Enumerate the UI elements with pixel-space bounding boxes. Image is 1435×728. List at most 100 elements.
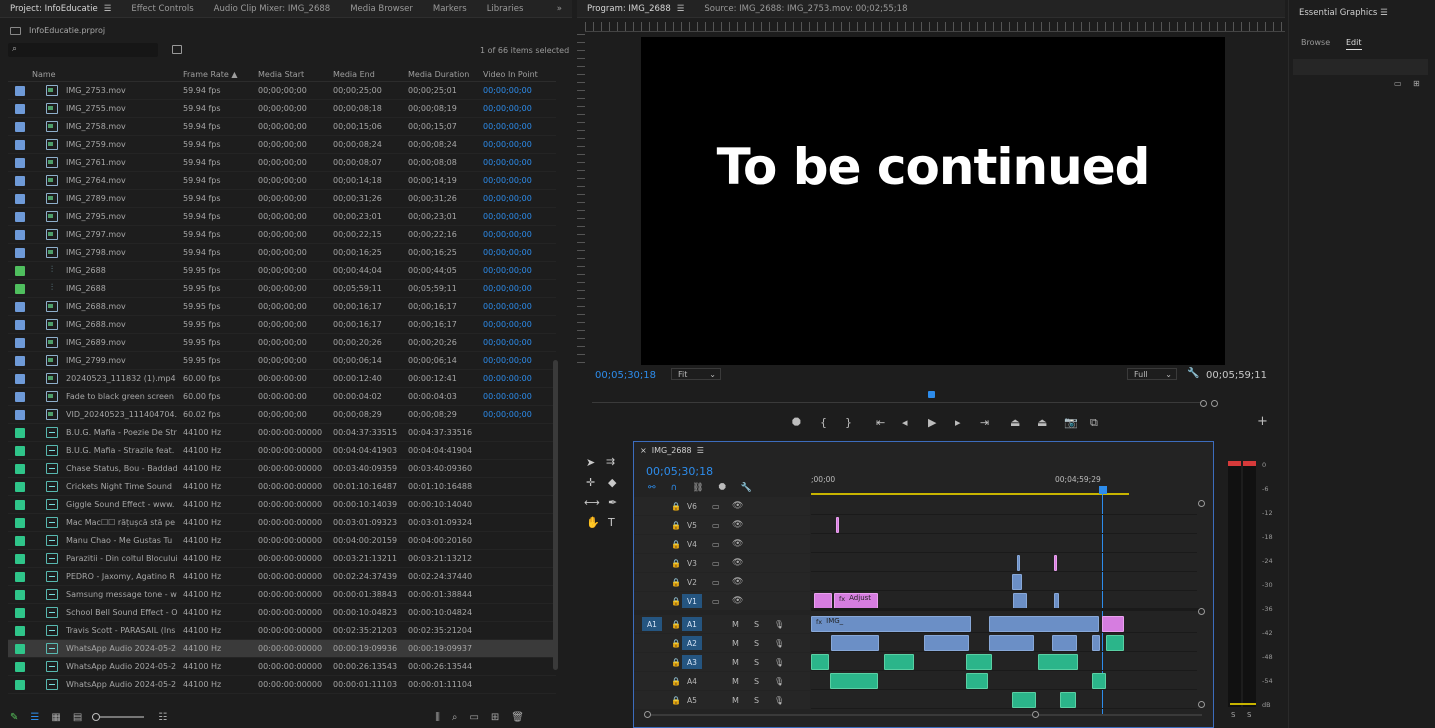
video-clip[interactable] [1052, 635, 1077, 651]
table-row[interactable]: ⫶ IMG_2688 59.95 fps 00;00;00;00 00;05;59… [8, 280, 556, 298]
color-label-swatch[interactable] [15, 391, 25, 402]
extract-icon[interactable]: ⏏ [1037, 416, 1047, 429]
mute-toggle[interactable]: M [732, 639, 739, 648]
scrub-zoom-handles[interactable] [1200, 400, 1218, 407]
add-marker-icon[interactable]: ⯃ [719, 483, 726, 493]
close-icon[interactable]: × [640, 446, 647, 455]
color-label-swatch[interactable] [15, 157, 25, 168]
source-patch-a1[interactable]: A1 [642, 617, 662, 631]
button-editor-plus-icon[interactable]: + [1257, 414, 1268, 429]
solo-toggle[interactable]: S [754, 658, 759, 667]
table-row[interactable]: IMG_2689.mov 59.95 fps 00;00;00;00 00;00… [8, 334, 556, 352]
table-row[interactable]: Travis Scott - PARASAIL (Ins 44100 Hz 00… [8, 622, 556, 640]
track-lane-a3[interactable] [811, 653, 1197, 671]
audio-clip[interactable] [1012, 692, 1036, 708]
audio-clip[interactable] [1060, 692, 1076, 708]
sync-lock-icon[interactable]: ▭ [712, 559, 720, 568]
table-row[interactable]: IMG_2759.mov 59.94 fps 00;00;00;00 00;00… [8, 136, 556, 154]
color-label-swatch[interactable] [15, 355, 25, 366]
color-label-swatch[interactable] [15, 121, 25, 132]
timeline-playhead-handle[interactable] [1099, 486, 1107, 494]
go-to-in-icon[interactable]: ⇤ [876, 416, 885, 429]
selection-tool-icon[interactable]: ➤ [586, 456, 595, 469]
row-label-cell[interactable] [8, 661, 32, 672]
lock-icon[interactable]: 🔒 [671, 639, 681, 648]
adjustment-clip[interactable] [814, 593, 832, 609]
sync-lock-icon[interactable]: ▭ [712, 578, 720, 587]
table-row[interactable]: VID_20240523_111404704. 60.02 fps 00;00;… [8, 406, 556, 424]
audio-clip[interactable] [884, 654, 914, 670]
column-header-name[interactable]: Name [32, 70, 183, 79]
project-scrollbar[interactable] [553, 360, 558, 670]
table-row[interactable]: PEDRO - Jaxomy, Agatino R 44100 Hz 00:00… [8, 568, 556, 586]
table-row[interactable]: WhatsApp Audio 2024-05-2 44100 Hz 00:00:… [8, 658, 556, 676]
add-marker-icon[interactable]: ⯃ [792, 416, 801, 430]
row-label-cell[interactable] [8, 157, 32, 168]
linked-selection-icon[interactable]: ⛓ [692, 483, 703, 493]
program-current-timecode[interactable]: 00;05;30;18 [595, 370, 656, 381]
row-label-cell[interactable] [8, 607, 32, 618]
row-label-cell[interactable] [8, 265, 32, 276]
row-video-in-point[interactable]: 00;00;00;00 [483, 104, 556, 113]
video-clip[interactable] [989, 616, 1099, 632]
audio-clip[interactable] [830, 673, 878, 689]
row-label-cell[interactable] [8, 499, 32, 510]
video-clip[interactable] [1012, 574, 1022, 590]
eg-new-layer-icon[interactable]: ⊞ [1413, 79, 1420, 88]
color-label-swatch[interactable] [15, 301, 25, 312]
color-label-swatch[interactable] [15, 553, 25, 564]
work-area-bar[interactable] [811, 493, 1129, 495]
table-row[interactable]: IMG_2755.mov 59.94 fps 00;00;00;00 00;00… [8, 100, 556, 118]
color-label-swatch[interactable] [15, 481, 25, 492]
row-label-cell[interactable] [8, 373, 32, 384]
lock-icon[interactable]: 🔒 [671, 620, 681, 629]
eg-layers-area[interactable] [1293, 59, 1428, 75]
color-label-swatch[interactable] [15, 499, 25, 510]
lock-icon[interactable]: 🔒 [671, 658, 681, 667]
row-label-cell[interactable] [8, 247, 32, 258]
row-video-in-point[interactable]: 00;00;00;00 [483, 248, 556, 257]
table-row[interactable]: Crickets Night Time Sound 44100 Hz 00:00… [8, 478, 556, 496]
row-label-cell[interactable] [8, 301, 32, 312]
panel-menu-icon[interactable]: ☰ [104, 4, 112, 14]
icon-view-icon[interactable]: ▦ [51, 712, 60, 723]
color-label-swatch[interactable] [15, 517, 25, 528]
track-target-v5[interactable]: V5 [682, 518, 702, 532]
video-clip[interactable] [831, 635, 879, 651]
track-target-v2[interactable]: V2 [682, 575, 702, 589]
timeline-h-scrollbar[interactable] [644, 711, 1202, 718]
track-target-a2[interactable]: A2 [682, 636, 702, 650]
audio-clip[interactable] [1106, 635, 1124, 651]
table-row[interactable]: Fade to black green screen 60.00 fps 00:… [8, 388, 556, 406]
audio-clip[interactable] [1092, 673, 1106, 689]
row-label-cell[interactable] [8, 409, 32, 420]
tab-edit[interactable]: Edit [1346, 38, 1362, 50]
slip-tool-icon[interactable]: ⟷ [584, 496, 600, 509]
search-input[interactable]: ⌕ [8, 43, 158, 57]
mute-toggle[interactable]: M [732, 658, 739, 667]
row-label-cell[interactable] [8, 535, 32, 546]
nest-icon[interactable]: ⚯ [648, 483, 656, 493]
lock-icon[interactable]: 🔒 [671, 677, 681, 686]
track-lane-v4[interactable] [811, 535, 1197, 553]
mark-out-icon[interactable]: } [845, 416, 852, 429]
color-label-swatch[interactable] [15, 571, 25, 582]
tab-project[interactable]: Project: InfoEducatie ☰ [0, 4, 121, 14]
tab-source[interactable]: Source: IMG_2688: IMG_2753.mov: 00;02;55… [694, 4, 917, 14]
scrubber-playhead[interactable] [928, 391, 935, 398]
tab-browse[interactable]: Browse [1301, 38, 1330, 47]
row-label-cell[interactable] [8, 625, 32, 636]
table-row[interactable]: IMG_2795.mov 59.94 fps 00;00;00;00 00;00… [8, 208, 556, 226]
lock-icon[interactable]: 🔒 [671, 578, 681, 587]
table-row[interactable]: IMG_2799.mov 59.95 fps 00;00;00;00 00;00… [8, 352, 556, 370]
table-row[interactable]: Parazitii - Din coltul Blocului 44100 Hz… [8, 550, 556, 568]
track-lane-a5[interactable] [811, 691, 1197, 709]
timeline-menu-icon[interactable]: ☰ [697, 446, 704, 455]
table-row[interactable]: IMG_2789.mov 59.94 fps 00;00;00;00 00;00… [8, 190, 556, 208]
export-frame-icon[interactable]: 📷 [1064, 416, 1078, 429]
adjustment-clip[interactable] [1102, 616, 1124, 632]
color-label-swatch[interactable] [15, 373, 25, 384]
voice-over-mic-icon[interactable]: 🎙 [774, 658, 784, 667]
table-row[interactable]: School Bell Sound Effect - O 44100 Hz 00… [8, 604, 556, 622]
color-label-swatch[interactable] [15, 139, 25, 150]
